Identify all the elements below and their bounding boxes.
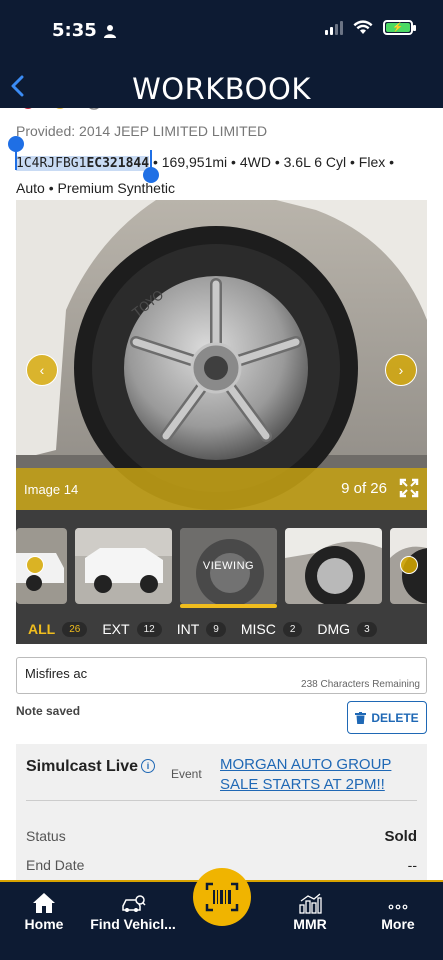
selection-end-caret <box>150 150 152 172</box>
barcode-scan-button[interactable] <box>193 868 251 926</box>
thumbnail-image <box>75 528 172 604</box>
thumbnail-item-current[interactable]: VIEWING <box>180 528 277 604</box>
tab-misc[interactable]: MISC 2 <box>241 621 303 637</box>
thumbnail-item[interactable] <box>285 528 382 604</box>
photo-caption: Image 14 <box>24 482 79 497</box>
tab-all[interactable]: ALL 26 <box>28 621 88 637</box>
tab-ext[interactable]: EXT 12 <box>102 621 162 637</box>
photo-next-button[interactable]: › <box>385 354 417 386</box>
wifi-icon <box>353 20 373 34</box>
peek-icons-row <box>24 108 99 110</box>
bottom-navigation: Home Find Vehicl... MMR More <box>0 868 443 960</box>
thumbnail-prev-button[interactable] <box>26 556 44 574</box>
tab-int[interactable]: INT 9 <box>177 621 226 637</box>
person-icon <box>103 24 116 38</box>
nav-label: MMR <box>293 916 327 932</box>
vehicle-details-line1: • 169,951mi • 4WD • 3.6L 6 Cyl • Flex • <box>149 154 395 170</box>
home-icon <box>33 893 55 913</box>
status-icons: ⚡ <box>325 20 416 35</box>
viewing-label: VIEWING <box>180 528 277 604</box>
page-title: WORKBOOK <box>132 72 311 106</box>
note-saved-status: Note saved <box>16 704 81 718</box>
thumbnail-row[interactable]: VIEWING <box>16 528 427 604</box>
simulcast-title: Simulcast Live <box>26 758 139 775</box>
bar-chart-icon <box>299 893 322 914</box>
tab-count: 9 <box>206 621 226 637</box>
vin-suffix: EC321844 <box>86 156 150 171</box>
thumbnail-item[interactable] <box>16 528 67 604</box>
row-label: End Date <box>26 857 85 873</box>
current-thumbnail-indicator <box>180 604 277 608</box>
cellular-signal-icon <box>325 20 343 35</box>
thumbnail-item[interactable] <box>390 528 427 604</box>
tab-dmg[interactable]: DMG 3 <box>317 621 377 637</box>
tab-count: 2 <box>282 621 303 637</box>
row-label: Status <box>26 828 66 844</box>
nav-find-vehicle[interactable]: Find Vehicl... <box>86 882 180 942</box>
vehicle-details: 1C4RJFBG1EC321844 • 169,951mi • 4WD • 3.… <box>16 150 426 200</box>
tab-label: EXT <box>102 621 130 637</box>
info-icon[interactable]: i <box>141 759 155 773</box>
thumbnail-next-button[interactable] <box>400 556 418 574</box>
thumbnail-item[interactable] <box>75 528 172 604</box>
tab-count: 12 <box>136 621 162 637</box>
characters-remaining: 238 Characters Remaining <box>301 679 420 690</box>
note-text: Misfires ac <box>25 666 88 681</box>
tab-label: MISC <box>240 621 276 637</box>
vehicle-photo[interactable]: TOYO ‹ › Image 14 9 of 26 <box>16 200 427 510</box>
nav-label: Find Vehicl... <box>90 916 176 932</box>
nav-label: Home <box>24 916 64 932</box>
status-time: 5:35 <box>52 20 117 41</box>
wheel-image: TOYO <box>16 200 427 510</box>
car-search-icon <box>122 895 146 912</box>
row-value: -- <box>407 857 417 873</box>
delete-button-label: DELETE <box>371 710 419 725</box>
divider <box>26 800 417 801</box>
vin-selection[interactable]: 1C4RJFBG1EC321844 <box>16 156 150 171</box>
photo-prev-button[interactable]: ‹ <box>26 354 58 386</box>
trash-icon <box>355 711 367 724</box>
more-dots-icon <box>388 904 408 910</box>
tab-count: 3 <box>357 621 377 637</box>
note-field[interactable]: Misfires ac 238 Characters Remaining <box>16 657 427 694</box>
event-link[interactable]: MORGAN AUTO GROUP SALE STARTS AT 2PM!! <box>220 755 410 795</box>
photo-category-tabs: ALL 26 EXT 12 INT 9 MISC 2 DMG 3 <box>16 614 427 644</box>
delete-button[interactable]: DELETE <box>347 701 427 734</box>
thumbnail-image <box>285 528 382 604</box>
selection-start-caret <box>15 146 17 170</box>
nav-label: More <box>381 916 415 932</box>
fullscreen-icon[interactable] <box>399 478 419 498</box>
nav-mmr[interactable]: MMR <box>288 882 332 942</box>
tab-label: INT <box>176 621 200 637</box>
workbook-content[interactable]: Provided: 2014 JEEP LIMITED LIMITED 1C4R… <box>0 108 443 880</box>
barcode-scanner-icon <box>205 882 239 912</box>
tab-count: 26 <box>62 621 88 637</box>
nav-home[interactable]: Home <box>18 882 70 942</box>
status-row: Status Sold <box>26 828 418 845</box>
photo-caption-bar: Image 14 9 of 26 <box>16 468 427 510</box>
row-value: Sold <box>384 828 418 845</box>
vin-prefix: 1C4RJFBG1 <box>16 156 87 171</box>
top-bar: 5:35 ⚡ WORKBOOK <box>0 0 443 108</box>
photo-counter: 9 of 26 <box>341 480 387 497</box>
tab-label: ALL <box>28 621 56 637</box>
battery-charging-icon: ⚡ <box>383 20 416 35</box>
simulcast-card: Simulcast Live i Event MORGAN AUTO GROUP… <box>16 744 427 880</box>
thumbnail-gallery: VIEWING ALL 26 EXT 12 INT 9 MISC 2 DMG 3 <box>16 510 427 644</box>
provided-vehicle-label: Provided: 2014 JEEP LIMITED LIMITED <box>16 123 268 139</box>
event-label: Event <box>171 767 202 781</box>
nav-more[interactable]: More <box>376 882 420 942</box>
status-time-text: 5:35 <box>52 20 97 41</box>
tab-label: DMG <box>317 621 351 637</box>
